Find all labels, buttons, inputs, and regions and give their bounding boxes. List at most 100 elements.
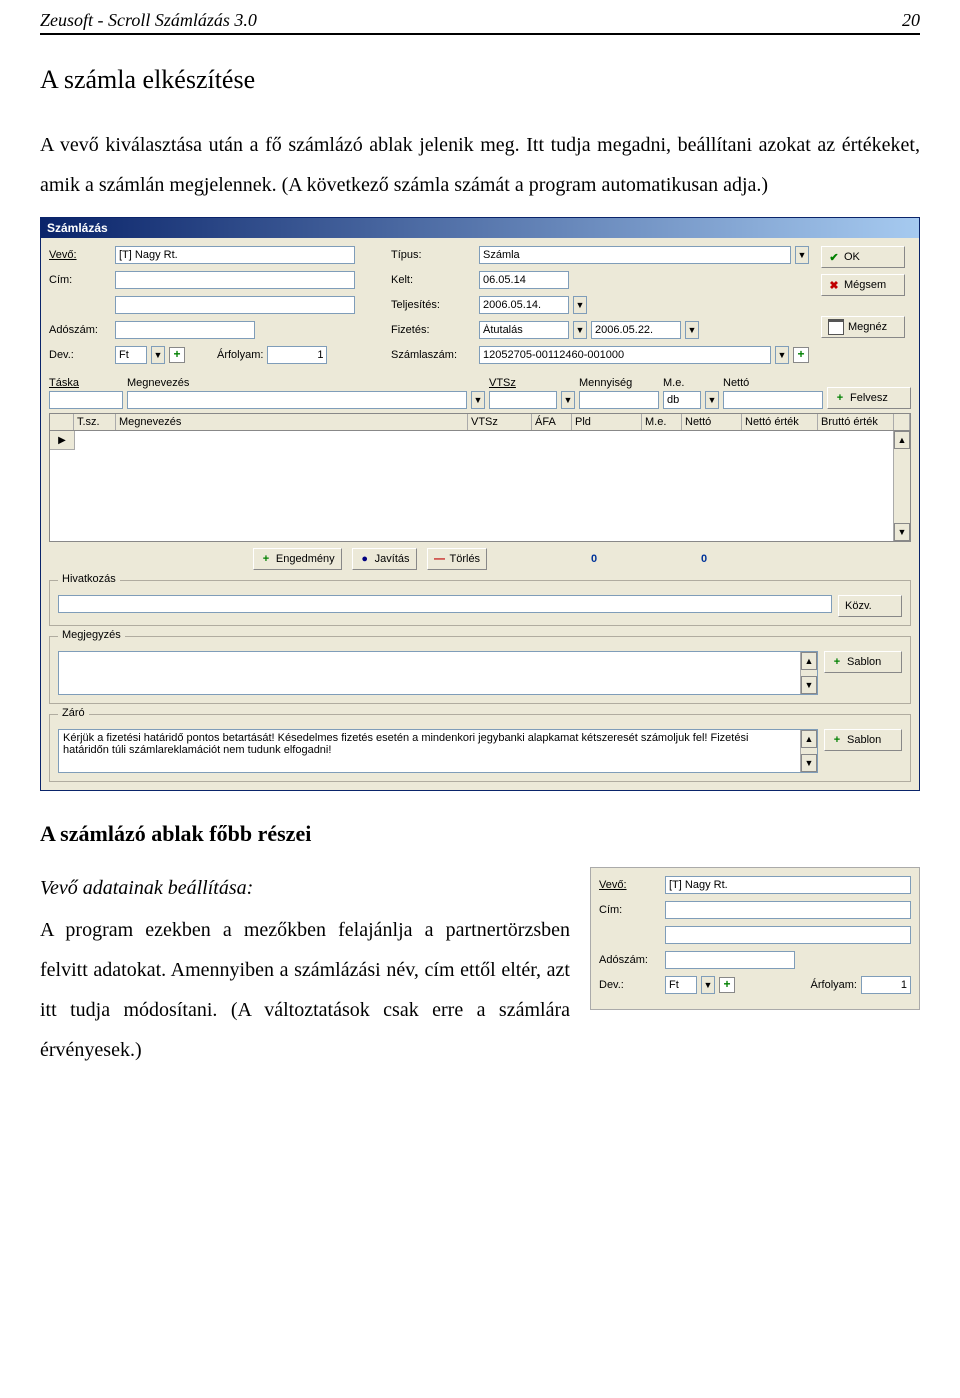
date-input[interactable]: [479, 271, 569, 289]
reference-group: Hivatkozás Közv.: [49, 580, 911, 626]
edit-button[interactable]: ●Javítás: [352, 548, 417, 570]
snippet-currency-label: Dev.:: [599, 979, 661, 991]
taxnum-input[interactable]: [115, 321, 255, 339]
col-netto-ertek[interactable]: Nettó érték: [742, 414, 818, 430]
net-input[interactable]: [723, 391, 823, 409]
invoice-meta-block: Típus: ▼ Kelt: Teljesítés: ▼ Fizeté: [391, 246, 809, 371]
fulfillment-input[interactable]: [479, 296, 569, 314]
snippet-buyer-label: Vevő:: [599, 879, 661, 891]
type-dropdown-icon[interactable]: ▼: [795, 246, 809, 264]
itemname-dropdown-icon[interactable]: ▼: [471, 391, 485, 409]
fulfillment-label: Teljesítés:: [391, 299, 475, 311]
closing-scrollbar[interactable]: ▲▼: [800, 730, 817, 772]
bag-input[interactable]: [49, 391, 123, 409]
snippet-currency-add-button[interactable]: +: [719, 977, 735, 993]
note-textarea[interactable]: ▲▼: [58, 651, 818, 695]
snippet-taxnum-label: Adószám:: [599, 954, 661, 966]
add-item-button[interactable]: +Felvesz: [827, 387, 911, 409]
col-afa[interactable]: ÁFA: [532, 414, 572, 430]
address1-input[interactable]: [115, 271, 355, 289]
col-netto[interactable]: Nettó: [682, 414, 742, 430]
currency-add-button[interactable]: +: [169, 347, 185, 363]
page-header: Zeusoft - Scroll Számlázás 3.0 20: [40, 10, 920, 35]
discount-button[interactable]: +Engedmény: [253, 548, 342, 570]
total-net: 0: [527, 553, 597, 565]
closing-group: Záró Kérjük a fizetési határidő pontos b…: [49, 714, 911, 782]
vtsz-header: VTSz: [489, 377, 575, 389]
grid-scrollbar[interactable]: ▲ ▼: [893, 431, 910, 541]
col-tsz[interactable]: T.sz.: [74, 414, 116, 430]
invoicenum-add-button[interactable]: +: [793, 347, 809, 363]
closing-textarea[interactable]: Kérjük a fizetési határidő pontos betart…: [58, 729, 818, 773]
col-pld[interactable]: Pld: [572, 414, 642, 430]
reference-input[interactable]: [58, 595, 832, 613]
snippet-currency-dropdown-icon[interactable]: ▼: [701, 976, 715, 994]
action-column: ✔OK ✖Mégsem Megnéz: [821, 246, 911, 371]
net-header: Nettó: [723, 377, 823, 389]
itemname-input[interactable]: [127, 391, 467, 409]
scroll-down-icon[interactable]: ▼: [801, 754, 817, 772]
plus-icon: +: [834, 392, 846, 404]
snippet-address1-input[interactable]: [665, 901, 911, 919]
unit-input[interactable]: [663, 391, 701, 409]
rate-input[interactable]: [267, 346, 327, 364]
snippet-address2-input[interactable]: [665, 926, 911, 944]
bag-header: Táska: [49, 377, 123, 389]
item-entry-row: Táska Megnevezés ▼ VTSz ▼ Mennyiség M.e.: [49, 377, 911, 409]
minus-icon: —: [434, 553, 446, 565]
outro-paragraph: A program ezekben a mezőkben felajánlja …: [40, 910, 570, 1070]
grid-body[interactable]: ▶ ▲ ▼: [49, 431, 911, 542]
col-vtsz[interactable]: VTSz: [468, 414, 532, 430]
snippet-buyer-input[interactable]: [665, 876, 911, 894]
snippet-rate-label: Árfolyam:: [811, 979, 857, 991]
kozv-button[interactable]: Közv.: [838, 595, 902, 617]
payment-dropdown-icon[interactable]: ▼: [573, 321, 587, 339]
plus-icon: +: [260, 553, 272, 565]
snippet-taxnum-input[interactable]: [665, 951, 795, 969]
window-title: Számlázás: [47, 221, 108, 235]
cross-icon: ✖: [828, 279, 840, 292]
scroll-up-icon[interactable]: ▲: [894, 431, 910, 449]
buyer-input[interactable]: [115, 246, 355, 264]
payment-date-dropdown-icon[interactable]: ▼: [685, 321, 699, 339]
col-brutto-ertek[interactable]: Bruttó érték: [818, 414, 894, 430]
scroll-up-icon[interactable]: ▲: [801, 730, 817, 748]
customer-block: Vevő: Cím: Adószám:: [49, 246, 379, 371]
preview-button[interactable]: Megnéz: [821, 316, 905, 338]
scroll-down-icon[interactable]: ▼: [801, 676, 817, 694]
page-number: 20: [902, 10, 920, 31]
address2-input[interactable]: [115, 296, 355, 314]
note-template-button[interactable]: +Sablon: [824, 651, 902, 673]
qty-input[interactable]: [579, 391, 659, 409]
itemname-header: Megnevezés: [127, 377, 485, 389]
fulfillment-dropdown-icon[interactable]: ▼: [573, 296, 587, 314]
unit-header: M.e.: [663, 377, 719, 389]
invoicenum-dropdown-icon[interactable]: ▼: [775, 346, 789, 364]
col-megnevezes[interactable]: Megnevezés: [116, 414, 468, 430]
total-gross: 0: [637, 553, 707, 565]
section-title: A számla elkészítése: [40, 65, 920, 95]
note-scrollbar[interactable]: ▲▼: [800, 652, 817, 694]
vtsz-dropdown-icon[interactable]: ▼: [561, 391, 575, 409]
type-input[interactable]: [479, 246, 791, 264]
scroll-up-icon[interactable]: ▲: [801, 652, 817, 670]
unit-dropdown-icon[interactable]: ▼: [705, 391, 719, 409]
delete-button[interactable]: —Törlés: [427, 548, 488, 570]
subsection-title: A számlázó ablak főbb részei: [40, 821, 920, 847]
cancel-button[interactable]: ✖Mégsem: [821, 274, 905, 296]
snippet-rate-input[interactable]: [861, 976, 911, 994]
scroll-down-icon[interactable]: ▼: [894, 523, 910, 541]
row-pointer-icon: ▶: [50, 431, 75, 450]
payment-date-input[interactable]: [591, 321, 681, 339]
invoicenum-input[interactable]: [479, 346, 771, 364]
qty-header: Mennyiség: [579, 377, 659, 389]
vtsz-input[interactable]: [489, 391, 557, 409]
currency-dropdown-icon[interactable]: ▼: [151, 346, 165, 364]
plus-icon: +: [831, 656, 843, 668]
snippet-currency-input[interactable]: [665, 976, 697, 994]
currency-input[interactable]: [115, 346, 147, 364]
payment-input[interactable]: [479, 321, 569, 339]
closing-template-button[interactable]: +Sablon: [824, 729, 902, 751]
col-me[interactable]: M.e.: [642, 414, 682, 430]
ok-button[interactable]: ✔OK: [821, 246, 905, 268]
